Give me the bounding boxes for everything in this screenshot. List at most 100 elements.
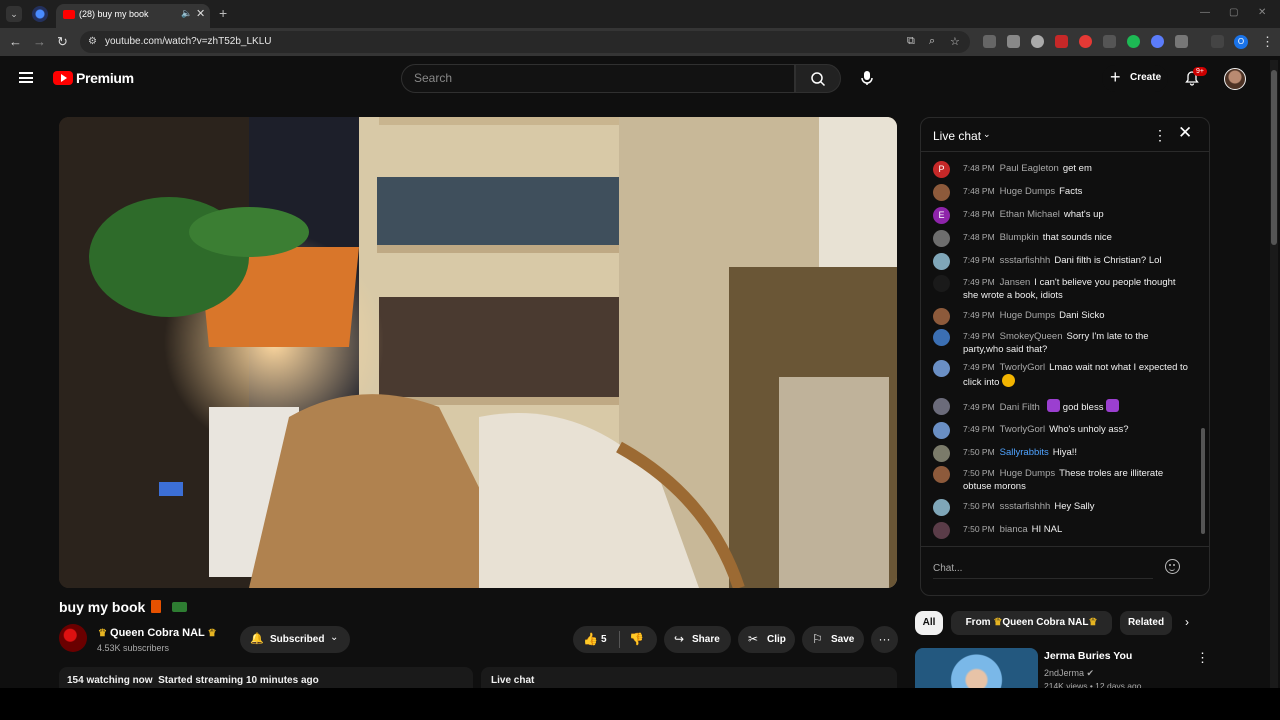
like-count[interactable]: 5 — [601, 634, 607, 645]
chat-message[interactable]: 7:49 PM Jansen I can't believe you people … — [933, 275, 1191, 302]
url-text[interactable]: youtube.com/watch?v=zhT52b_LKLU — [105, 36, 272, 47]
menu-icon[interactable] — [19, 72, 33, 83]
chat-author-name[interactable]: Dani Filth — [1000, 402, 1040, 413]
bookmark-star-icon[interactable]: ☆ — [950, 35, 960, 48]
chat-author-name[interactable]: Huge Dumps — [1000, 468, 1055, 479]
account-avatar[interactable] — [1224, 68, 1246, 90]
chat-message[interactable]: 7:49 PM SmokeyQueen Sorry I'm late to the … — [933, 329, 1191, 356]
chat-message[interactable]: 7:50 PM Huge Dumps These troles are illite… — [933, 466, 1191, 493]
browser-profile-avatar[interactable]: O — [1234, 35, 1248, 49]
chat-author-name[interactable]: Blumpkin — [1000, 232, 1039, 243]
chat-author-avatar[interactable] — [933, 398, 950, 415]
maximize-icon[interactable]: ▢ — [1229, 7, 1238, 18]
chat-scrollbar[interactable] — [1201, 428, 1205, 534]
browser-menu-icon[interactable]: ⋮ — [1261, 34, 1274, 50]
window-close-icon[interactable]: ✕ — [1258, 7, 1266, 18]
chat-author-name[interactable]: Jansen — [1000, 277, 1031, 288]
youtube-logo-icon[interactable] — [53, 71, 73, 85]
site-info-icon[interactable]: ⚙ — [88, 36, 97, 47]
chat-author-name[interactable]: Sallyrabbits — [1000, 447, 1049, 458]
chat-message[interactable]: 7:48 PM Huge Dumps Facts — [933, 184, 1191, 201]
channel-avatar[interactable] — [59, 624, 87, 652]
chat-message[interactable]: 7:48 PM Blumpkin that sounds nice — [933, 230, 1191, 247]
chat-author-avatar[interactable] — [933, 230, 950, 247]
chat-author-avatar[interactable] — [933, 466, 950, 483]
chat-author-name[interactable]: Paul Eagleton — [1000, 163, 1059, 174]
chat-author-avatar[interactable] — [933, 329, 950, 346]
zoom-icon[interactable]: ⌕ — [929, 35, 935, 48]
chat-author-name[interactable]: Huge Dumps — [1000, 310, 1055, 321]
chat-more-icon[interactable]: ⋮ — [1153, 127, 1167, 144]
chat-message-list[interactable]: P 7:48 PM Paul Eagleton get em 7:48 PM Huge D… — [921, 154, 1201, 544]
chat-author-name[interactable]: TworlyGorl — [1000, 362, 1045, 373]
chat-author-avatar[interactable] — [933, 275, 950, 292]
forward-icon[interactable]: → — [33, 34, 46, 50]
reload-icon[interactable]: ↻ — [57, 34, 68, 50]
thumbs-up-icon[interactable]: 👍 — [583, 632, 598, 646]
chevron-right-icon[interactable]: › — [1185, 615, 1189, 629]
chat-message[interactable]: 7:49 PM Huge Dumps Dani Sicko — [933, 308, 1191, 325]
install-app-icon[interactable]: ⧉ — [907, 35, 915, 48]
recommended-more-icon[interactable]: ⋮ — [1196, 650, 1209, 666]
chat-author-name[interactable]: SmokeyQueen — [1000, 331, 1063, 342]
chat-title[interactable]: Live chat — [933, 129, 981, 143]
chevron-down-icon[interactable]: ⌄ — [983, 129, 991, 140]
new-tab-button[interactable]: + — [219, 6, 227, 20]
chat-author-avatar[interactable] — [933, 253, 950, 270]
chat-author-avatar[interactable]: E — [933, 207, 950, 224]
chat-author-avatar[interactable] — [933, 499, 950, 516]
reading-list-icon[interactable] — [1211, 35, 1224, 48]
tab-search-button[interactable]: ⌄ — [6, 6, 22, 22]
more-actions-button[interactable]: ··· — [871, 626, 898, 653]
search-button[interactable] — [795, 64, 841, 93]
chat-message[interactable]: 7:50 PM bianca HI NAL — [933, 522, 1191, 539]
chat-author-avatar[interactable]: P — [933, 161, 950, 178]
chip-all[interactable]: All — [915, 611, 943, 635]
back-icon[interactable]: ← — [9, 34, 22, 50]
clip-button[interactable]: ✂ Clip — [738, 626, 795, 653]
extension-icon[interactable] — [1127, 35, 1140, 48]
page-scrollbar-thumb[interactable] — [1271, 70, 1277, 245]
address-bar[interactable]: ⚙ youtube.com/watch?v=zhT52b_LKLU ⧉ ⌕ ☆ — [80, 31, 970, 53]
chat-author-name[interactable]: TworlyGorl — [1000, 424, 1045, 435]
chat-message[interactable]: 7:49 PM ssstarfishhh Dani filth is Christi… — [933, 253, 1191, 270]
chip-from-channel[interactable]: From ♛Queen Cobra NAL♛ — [951, 611, 1112, 635]
inactive-tab[interactable] — [32, 6, 48, 22]
close-icon[interactable]: ✕ — [1178, 123, 1192, 143]
chat-author-avatar[interactable] — [933, 360, 950, 377]
chat-author-name[interactable]: Ethan Michael — [1000, 209, 1060, 220]
extension-icon[interactable] — [1079, 35, 1092, 48]
chat-author-name[interactable]: ssstarfishhh — [1000, 255, 1051, 266]
extension-icon[interactable] — [1151, 35, 1164, 48]
chat-author-avatar[interactable] — [933, 522, 950, 539]
microphone-icon[interactable] — [858, 69, 876, 87]
extension-icon[interactable] — [1103, 35, 1116, 48]
subscribed-button[interactable]: 🔔 Subscribed ⌄ — [240, 626, 350, 653]
extensions-puzzle-icon[interactable] — [1175, 35, 1188, 48]
chat-author-avatar[interactable] — [933, 445, 950, 462]
chip-related[interactable]: Related — [1120, 611, 1172, 635]
extension-icon[interactable] — [1031, 35, 1044, 48]
save-button[interactable]: ⚐ Save — [802, 626, 864, 653]
recommended-video-title[interactable]: Jerma Buries You — [1044, 650, 1132, 662]
thumbs-down-icon[interactable]: 👎 — [629, 632, 644, 646]
emoji-picker-icon[interactable] — [1165, 559, 1180, 574]
speaker-icon[interactable]: 🔈 — [181, 8, 192, 19]
extension-icon[interactable] — [983, 35, 996, 48]
chat-input[interactable] — [933, 559, 1153, 579]
extension-icon[interactable] — [1007, 35, 1020, 48]
video-player[interactable] — [59, 117, 897, 588]
tab-close-icon[interactable]: ✕ — [196, 7, 205, 20]
chat-author-name[interactable]: bianca — [1000, 524, 1028, 535]
channel-name-link[interactable]: ♛ Queen Cobra NAL ♛ — [98, 627, 217, 639]
chat-message[interactable]: 7:50 PM Sallyrabbits Hiya!! — [933, 445, 1191, 462]
chat-message[interactable]: 7:50 PM ssstarfishhh Hey Sally — [933, 499, 1191, 516]
chat-author-avatar[interactable] — [933, 422, 950, 439]
active-tab[interactable]: (28) buy my book 🔈 ✕ — [56, 4, 210, 28]
search-input[interactable] — [414, 71, 774, 85]
chat-message[interactable]: 7:49 PM Dani Filth god bless — [933, 398, 1191, 415]
chat-message[interactable]: 7:49 PM TworlyGorl Lmao wait not what I ex… — [933, 360, 1191, 389]
chat-message[interactable]: P 7:48 PM Paul Eagleton get em — [933, 161, 1191, 178]
chat-author-avatar[interactable] — [933, 308, 950, 325]
chat-author-avatar[interactable] — [933, 184, 950, 201]
